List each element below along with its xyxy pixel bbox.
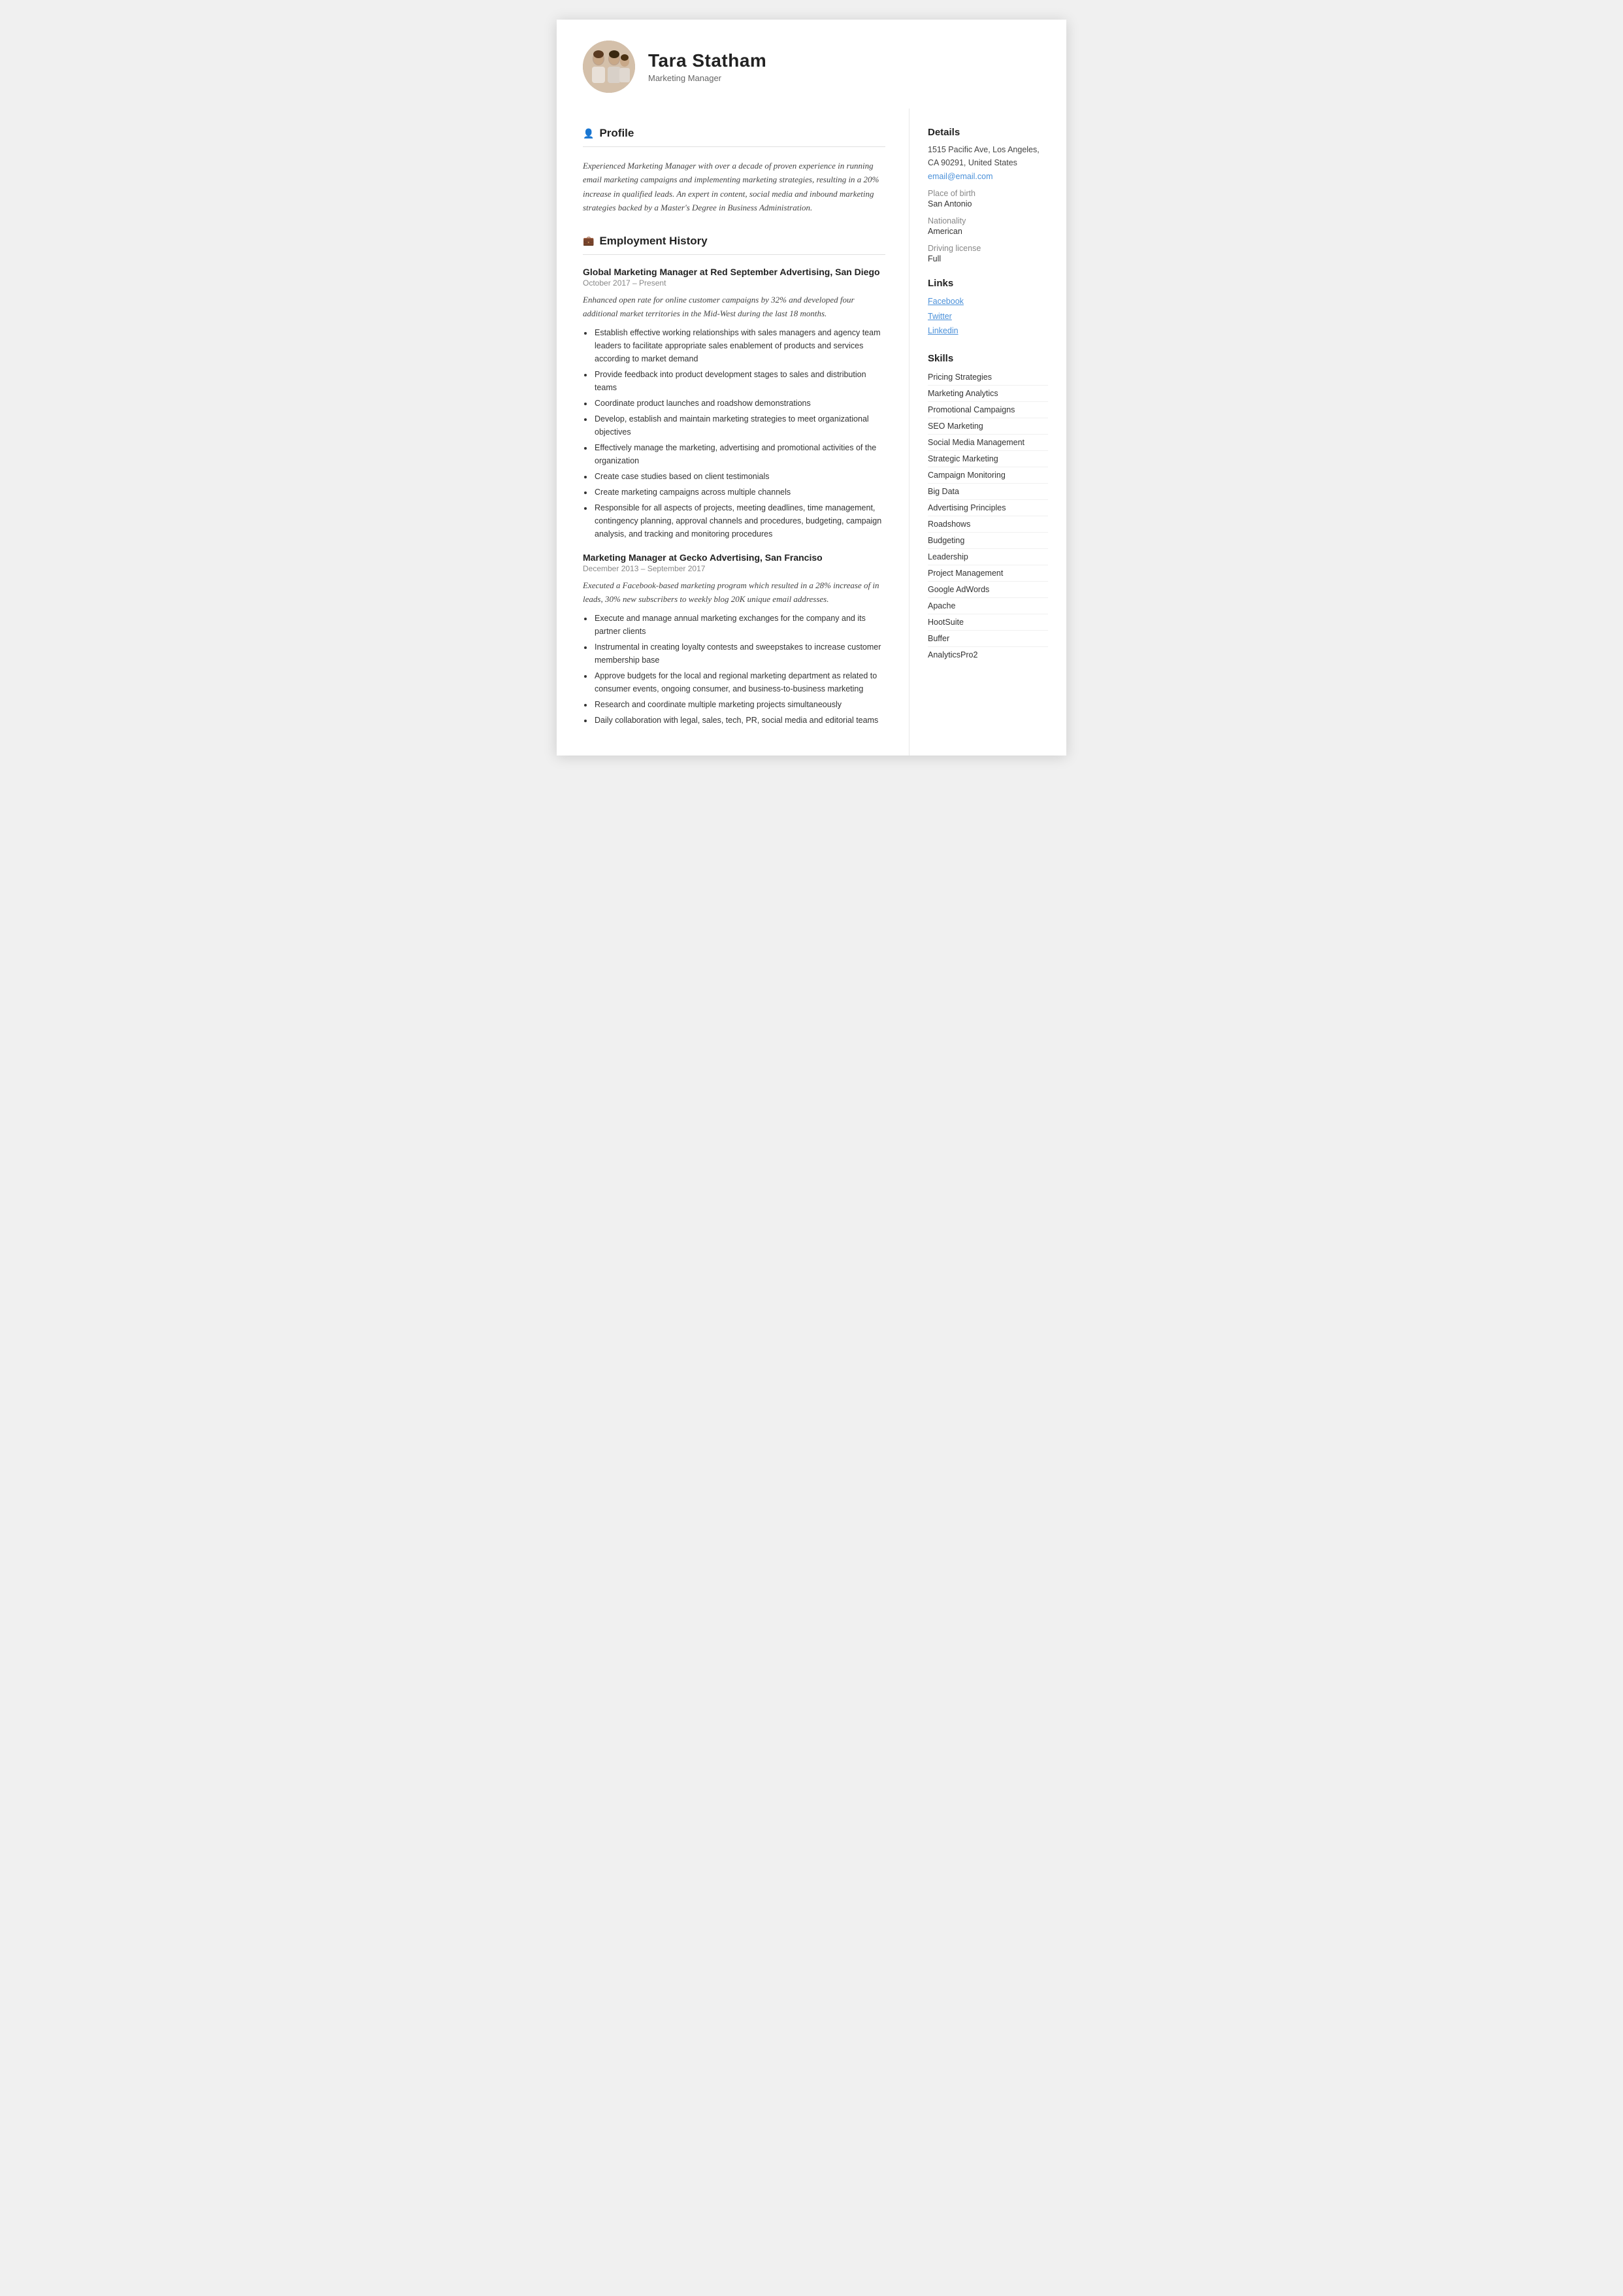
- link-linkedin[interactable]: Linkedin: [928, 324, 1048, 339]
- header-section: Tara Statham Marketing Manager: [557, 20, 1066, 108]
- skill-item: SEO Marketing: [928, 418, 1048, 435]
- skill-item: HootSuite: [928, 614, 1048, 631]
- skills-section-title: Skills: [928, 353, 1048, 364]
- list-item: Develop, establish and maintain marketin…: [593, 412, 885, 439]
- skill-item: Promotional Campaigns: [928, 402, 1048, 418]
- job-title-2: Marketing Manager at Gecko Advertising, …: [583, 552, 885, 563]
- job-bullets-1: Establish effective working relationship…: [583, 326, 885, 541]
- skill-item: Pricing Strategies: [928, 369, 1048, 386]
- avatar: [583, 41, 635, 93]
- list-item: Establish effective working relationship…: [593, 326, 885, 365]
- skill-item: AnalyticsPro2: [928, 647, 1048, 663]
- place-of-birth-label: Place of birth: [928, 189, 1048, 198]
- list-item: Provide feedback into product developmen…: [593, 368, 885, 394]
- skill-item: Big Data: [928, 484, 1048, 500]
- skill-item: Buffer: [928, 631, 1048, 647]
- details-section-title: Details: [928, 127, 1048, 138]
- skill-item: Campaign Monitoring: [928, 467, 1048, 484]
- job-entry-1: Global Marketing Manager at Red Septembe…: [583, 267, 885, 541]
- list-item: Research and coordinate multiple marketi…: [593, 698, 885, 711]
- list-item: Create marketing campaigns across multip…: [593, 486, 885, 499]
- detail-address: 1515 Pacific Ave, Los Angeles, CA 90291,…: [928, 143, 1048, 169]
- list-item: Responsible for all aspects of projects,…: [593, 501, 885, 541]
- right-column: Details 1515 Pacific Ave, Los Angeles, C…: [910, 108, 1066, 756]
- skill-item: Social Media Management: [928, 435, 1048, 451]
- detail-email[interactable]: email@email.com: [928, 172, 1048, 181]
- employment-section-title: 💼 Employment History: [583, 235, 885, 248]
- list-item: Approve budgets for the local and region…: [593, 669, 885, 695]
- profile-divider: [583, 146, 885, 147]
- job-title-1: Global Marketing Manager at Red Septembe…: [583, 267, 885, 277]
- list-item: Instrumental in creating loyalty contest…: [593, 641, 885, 667]
- employment-divider: [583, 254, 885, 255]
- list-item: Execute and manage annual marketing exch…: [593, 612, 885, 638]
- candidate-title: Marketing Manager: [648, 73, 1040, 83]
- job-dates-1: October 2017 – Present: [583, 278, 885, 288]
- skill-item: Strategic Marketing: [928, 451, 1048, 467]
- driving-license-label: Driving license: [928, 244, 1048, 253]
- skill-item: Budgeting: [928, 533, 1048, 549]
- list-item: Coordinate product launches and roadshow…: [593, 397, 885, 410]
- candidate-name: Tara Statham: [648, 50, 1040, 71]
- job-summary-2: Executed a Facebook-based marketing prog…: [583, 578, 885, 607]
- job-summary-1: Enhanced open rate for online customer c…: [583, 293, 885, 321]
- link-twitter[interactable]: Twitter: [928, 309, 1048, 324]
- job-bullets-2: Execute and manage annual marketing exch…: [583, 612, 885, 727]
- driving-license-value: Full: [928, 254, 1048, 263]
- list-item: Daily collaboration with legal, sales, t…: [593, 714, 885, 727]
- left-column: 👤 Profile Experienced Marketing Manager …: [557, 108, 910, 756]
- link-facebook[interactable]: Facebook: [928, 294, 1048, 309]
- place-of-birth-value: San Antonio: [928, 199, 1048, 208]
- skill-item: Marketing Analytics: [928, 386, 1048, 402]
- job-entry-2: Marketing Manager at Gecko Advertising, …: [583, 552, 885, 727]
- nationality-label: Nationality: [928, 216, 1048, 225]
- list-item: Create case studies based on client test…: [593, 470, 885, 483]
- skill-item: Apache: [928, 598, 1048, 614]
- resume-container: Tara Statham Marketing Manager 👤 Profile…: [557, 20, 1066, 756]
- skill-item: Project Management: [928, 565, 1048, 582]
- skill-item: Leadership: [928, 549, 1048, 565]
- main-content: 👤 Profile Experienced Marketing Manager …: [557, 108, 1066, 756]
- profile-icon: 👤: [583, 128, 594, 139]
- header-text: Tara Statham Marketing Manager: [648, 50, 1040, 83]
- links-section-title: Links: [928, 278, 1048, 289]
- job-dates-2: December 2013 – September 2017: [583, 564, 885, 573]
- profile-text: Experienced Marketing Manager with over …: [583, 159, 885, 215]
- employment-icon: 💼: [583, 235, 594, 246]
- skill-item: Advertising Principles: [928, 500, 1048, 516]
- nationality-value: American: [928, 227, 1048, 236]
- list-item: Effectively manage the marketing, advert…: [593, 441, 885, 467]
- skill-item: Google AdWords: [928, 582, 1048, 598]
- skill-item: Roadshows: [928, 516, 1048, 533]
- profile-section-title: 👤 Profile: [583, 127, 885, 140]
